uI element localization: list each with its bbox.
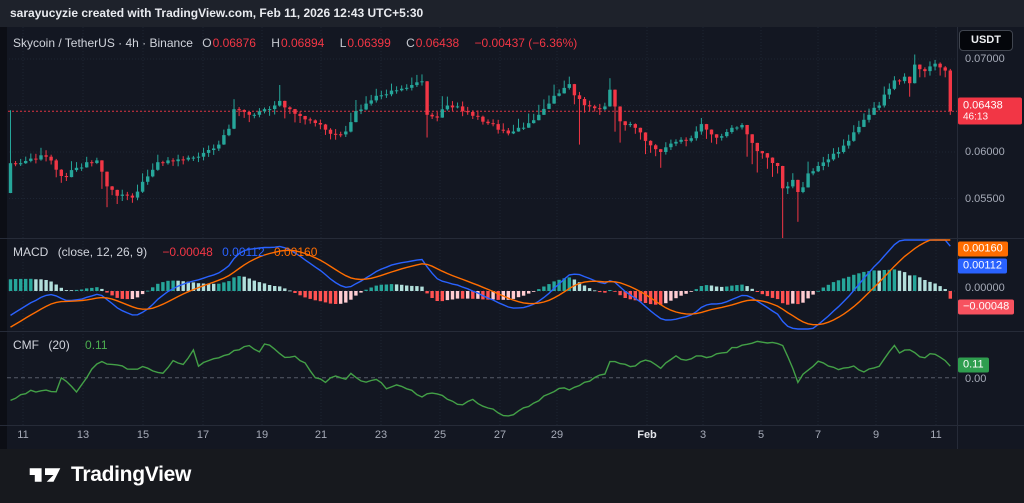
last-price-badge: 0.06438 46:13 <box>958 98 1022 125</box>
axis-value-badge: 0.00160 <box>958 242 1008 257</box>
pane-separator[interactable] <box>0 331 1024 332</box>
change-value: −0.00437 (−6.36%) <box>475 36 578 50</box>
tradingview-snapshot: sarayucyzie created with TradingView.com… <box>0 0 1024 503</box>
symbol-legend: Skycoin / TetherUS · 4h · Binance O0.068… <box>13 36 583 50</box>
axis-label: 0.06000 <box>965 146 1005 158</box>
cmf-pane-canvas[interactable] <box>0 331 957 425</box>
time-axis-label: 19 <box>256 429 268 441</box>
ohlc-low: L0.06399 <box>340 36 397 50</box>
currency-unit-button[interactable]: USDT <box>959 30 1013 51</box>
tradingview-logo[interactable]: TradingView <box>28 462 191 488</box>
pane-separator[interactable] <box>0 238 1024 239</box>
last-price-value: 0.06438 <box>963 100 1022 112</box>
macd-legend: MACD (close, 12, 26, 9) −0.00048 0.00112… <box>13 245 323 259</box>
attribution-bar: sarayucyzie created with TradingView.com… <box>0 0 1024 27</box>
time-axis-label: 25 <box>434 429 446 441</box>
time-axis-separator <box>0 425 1024 426</box>
time-axis-label: 11 <box>17 429 28 441</box>
axis-value-badge: −0.00048 <box>958 300 1014 315</box>
cmf-pane[interactable]: CMF (20) 0.11 <box>0 331 957 425</box>
time-axis-label: 7 <box>815 429 821 441</box>
time-axis-label: Feb <box>637 429 657 441</box>
time-axis-label: 21 <box>315 429 327 441</box>
axis-label: 0.07000 <box>965 53 1005 65</box>
time-axis-label: 3 <box>700 429 706 441</box>
ohlc-close: C0.06438 <box>406 36 465 50</box>
macd-signal-value: 0.00160 <box>274 245 317 259</box>
price-pane[interactable]: Skycoin / TetherUS · 4h · Binance O0.068… <box>0 27 957 238</box>
cmf-legend: CMF (20) 0.11 <box>13 338 114 352</box>
tradingview-logo-text: TradingView <box>71 463 191 487</box>
attribution-text: sarayucyzie created with TradingView.com… <box>10 6 423 20</box>
time-axis-label: 5 <box>758 429 764 441</box>
time-axis-label: 17 <box>197 429 209 441</box>
time-axis-label: 29 <box>551 429 563 441</box>
footer-bar: TradingView <box>0 449 1024 503</box>
macd-line-value: 0.00112 <box>222 245 265 259</box>
bar-countdown: 46:13 <box>963 112 1022 123</box>
axis-label: 0.00 <box>965 373 986 385</box>
time-axis-label: 13 <box>77 429 89 441</box>
symbol-title[interactable]: Skycoin / TetherUS · 4h · Binance <box>13 36 193 50</box>
chart-area: Skycoin / TetherUS · 4h · Binance O0.068… <box>0 27 1024 449</box>
axis-value-badge: 0.00112 <box>958 258 1007 273</box>
cmf-title[interactable]: CMF (20) <box>13 338 76 352</box>
time-axis-label: 15 <box>137 429 149 441</box>
time-axis-label: 23 <box>375 429 387 441</box>
ohlc-high: H0.06894 <box>271 36 330 50</box>
price-pane-canvas[interactable] <box>0 27 957 238</box>
time-axis-label: 11 <box>930 429 941 441</box>
axis-label: 0.05500 <box>965 193 1005 205</box>
time-axis-label: 27 <box>494 429 506 441</box>
axis-label: 0.00000 <box>965 282 1005 294</box>
axis-value-badge: 0.11 <box>958 358 989 373</box>
macd-hist-value: −0.00048 <box>162 245 212 259</box>
tradingview-logo-icon <box>28 462 62 488</box>
time-scale[interactable]: 11 13 15 17 19 21 23 25 27 29 Feb 3 5 7 9 11 <box>0 425 957 449</box>
ohlc-open: O0.06876 <box>202 36 262 50</box>
time-axis-label: 9 <box>873 429 879 441</box>
cmf-value: 0.11 <box>85 338 107 352</box>
macd-pane[interactable]: MACD (close, 12, 26, 9) −0.00048 0.00112… <box>0 238 957 331</box>
macd-title[interactable]: MACD (close, 12, 26, 9) <box>13 245 153 259</box>
